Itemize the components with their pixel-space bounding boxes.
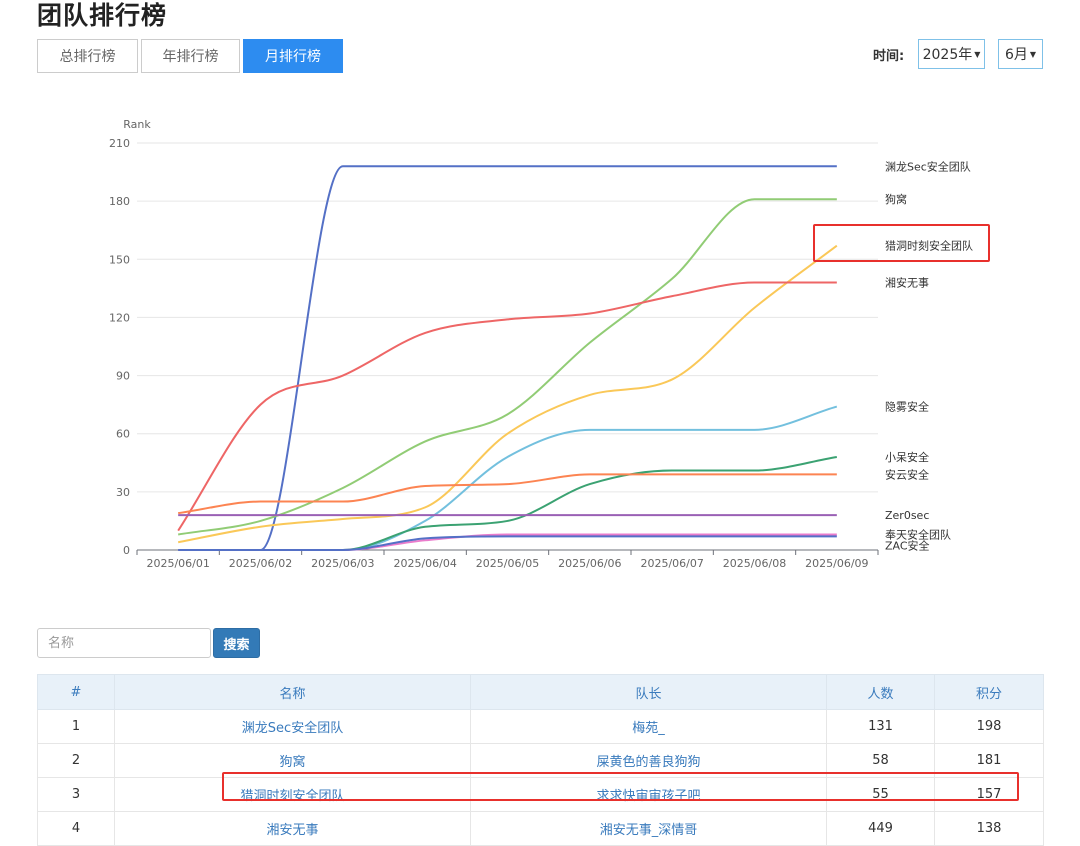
rank-cell: 3 bbox=[37, 777, 115, 812]
captain-link[interactable]: 梅苑_ bbox=[470, 709, 827, 744]
tab-overall[interactable]: 总排行榜 bbox=[37, 39, 138, 73]
x-tick-label: 2025/06/09 bbox=[805, 557, 868, 570]
series-line bbox=[178, 165, 837, 552]
column-header-score: 积分 bbox=[934, 674, 1044, 710]
y-tick-label: 150 bbox=[109, 253, 130, 266]
year-select[interactable]: 2025年 ▼ bbox=[918, 39, 985, 69]
series-end-label: 隐雾安全 bbox=[885, 400, 929, 414]
y-tick-label: 210 bbox=[109, 137, 130, 150]
search-input[interactable] bbox=[37, 628, 211, 658]
month-select-value: 6月 bbox=[1004, 47, 1028, 63]
x-tick-label: 2025/06/05 bbox=[476, 557, 539, 570]
series-end-label: 安云安全 bbox=[885, 467, 929, 481]
x-tick-label: 2025/06/08 bbox=[723, 557, 786, 570]
series-end-label: 狗窝 bbox=[885, 192, 907, 206]
tab-yearly[interactable]: 年排行榜 bbox=[141, 39, 240, 73]
series-end-label: 小呆安全 bbox=[885, 450, 929, 464]
month-select[interactable]: 6月 ▼ bbox=[998, 39, 1043, 69]
column-header-members: 人数 bbox=[826, 674, 935, 710]
team-name-link[interactable]: 渊龙Sec安全团队 bbox=[114, 709, 471, 744]
score-cell: 198 bbox=[934, 709, 1044, 744]
column-header-name: 名称 bbox=[114, 674, 471, 710]
x-tick-label: 2025/06/01 bbox=[146, 557, 209, 570]
y-tick-label: 120 bbox=[109, 311, 130, 324]
tab-monthly[interactable]: 月排行榜 bbox=[243, 39, 343, 73]
x-tick-label: 2025/06/04 bbox=[393, 557, 456, 570]
series-end-label: Zer0sec bbox=[885, 509, 929, 522]
rank-cell: 2 bbox=[37, 743, 115, 778]
ranking-table: # 名称 队长 人数 积分 1 渊龙Sec安全团队 梅苑_ 131 198 2 … bbox=[37, 674, 1044, 846]
team-name-link[interactable]: 湘安无事 bbox=[114, 811, 471, 846]
members-cell: 131 bbox=[826, 709, 935, 744]
search-button[interactable]: 搜索 bbox=[213, 628, 260, 658]
y-tick-label: 0 bbox=[123, 544, 130, 557]
captain-link[interactable]: 湘安无事_深情哥 bbox=[470, 811, 827, 846]
highlight-box-table-row bbox=[222, 772, 1019, 801]
x-tick-label: 2025/06/03 bbox=[311, 557, 374, 570]
ranking-tabs: 总排行榜 年排行榜 月排行榜 bbox=[37, 39, 346, 73]
table-row: 4 湘安无事 湘安无事_深情哥 449 138 bbox=[37, 811, 1044, 846]
y-tick-label: 30 bbox=[116, 486, 130, 499]
column-header-rank: # bbox=[37, 674, 115, 710]
x-tick-label: 2025/06/07 bbox=[640, 557, 703, 570]
time-filter-label: 时间: bbox=[873, 49, 905, 64]
rank-cell: 1 bbox=[37, 709, 115, 744]
caret-down-icon: ▼ bbox=[974, 49, 981, 59]
series-end-label: 湘安无事 bbox=[885, 276, 929, 290]
table-row: 1 渊龙Sec安全团队 梅苑_ 131 198 bbox=[37, 709, 1044, 744]
rank-line-chart: Rank 0 30 60 90 120 150 180 210 2025/06/01 2025/06… bbox=[109, 118, 973, 570]
series-end-label: ZAC安全 bbox=[885, 538, 930, 552]
x-tick-label: 2025/06/02 bbox=[229, 557, 292, 570]
series-end-label: 渊龙Sec安全团队 bbox=[885, 159, 971, 173]
table-header-row: # 名称 队长 人数 积分 bbox=[37, 674, 1044, 710]
series-line bbox=[177, 281, 837, 532]
score-cell: 138 bbox=[934, 811, 1044, 846]
year-select-value: 2025年 bbox=[922, 47, 973, 63]
members-cell: 449 bbox=[826, 811, 935, 846]
rank-cell: 4 bbox=[37, 811, 115, 846]
y-tick-label: 90 bbox=[116, 370, 130, 383]
column-header-captain: 队长 bbox=[470, 674, 827, 710]
x-tick-label: 2025/06/06 bbox=[558, 557, 621, 570]
series-line bbox=[178, 405, 838, 552]
y-tick-label: 180 bbox=[109, 195, 130, 208]
highlight-box-chart-label bbox=[813, 224, 990, 262]
page-title: 团队排行榜 bbox=[37, 1, 168, 30]
caret-down-icon: ▼ bbox=[1029, 49, 1037, 59]
y-axis-label: Rank bbox=[123, 118, 151, 131]
y-tick-label: 60 bbox=[116, 428, 130, 441]
series-line bbox=[178, 535, 837, 552]
